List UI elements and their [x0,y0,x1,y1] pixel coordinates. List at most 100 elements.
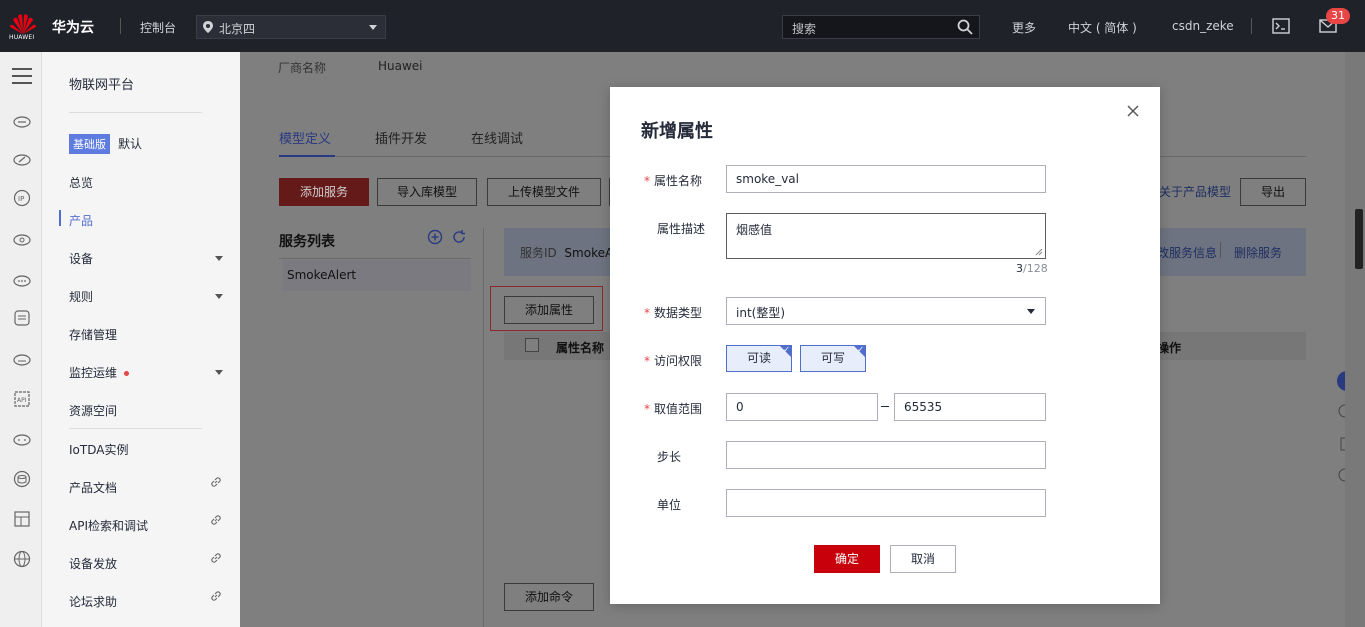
refresh-icon[interactable] [451,229,467,245]
nav-item-product[interactable]: 产品 [69,212,229,232]
nav-item-product-docs[interactable]: 产品文档 [69,479,229,499]
external-link-icon[interactable] [210,552,222,564]
nav-item-device-provisioning[interactable]: 设备发放 [69,555,229,575]
active-tab-indicator [279,155,335,157]
nav-item-monitoring-label: 监控运维 [69,366,118,380]
property-description-textarea[interactable]: 烟感值 [726,213,1046,259]
field-label-name: * 属性名称 [644,174,703,188]
tab-model-definition[interactable]: 模型定义 [279,128,331,147]
export-button[interactable]: 导出 [1240,178,1306,206]
tab-plugin-dev[interactable]: 插件开发 [375,128,427,147]
add-command-button[interactable]: 添加命令 [504,583,594,611]
add-circle-icon[interactable] [427,229,443,245]
ip-icon[interactable]: IP [13,189,31,207]
divider [120,18,121,34]
cancel-button[interactable]: 取消 [890,545,956,573]
service-id-label: 服务ID SmokeA [520,246,614,260]
globe-icon[interactable] [13,550,31,568]
divider [69,428,202,429]
brand-name[interactable]: 华为云 [52,17,94,37]
service-list-item[interactable]: SmokeAlert [283,260,471,291]
cloud-network-icon[interactable] [13,230,31,248]
nav-item-iotda-instance[interactable]: IoTDA实例 [69,441,229,461]
service-icon-rail: IP API [0,52,42,627]
import-model-button[interactable]: 导入库模型 [377,178,477,206]
access-write-toggle[interactable]: 可写 ✓ [800,345,866,372]
more-menu[interactable]: 更多 [1012,19,1036,36]
field-label-unit: 单位 [657,498,682,512]
api-icon[interactable]: API [13,390,31,408]
region-select[interactable]: 北京四 [196,15,386,39]
nav-item-monitoring[interactable]: 监控运维 [69,364,229,384]
search-icon[interactable] [957,19,973,35]
field-label-range: * 取值范围 [644,402,703,416]
access-write-label: 可写 [820,351,845,365]
layout-icon[interactable] [13,510,31,528]
external-link-icon[interactable] [210,590,222,602]
cloud-service-icon[interactable] [13,112,31,130]
user-menu[interactable]: csdn_zeke [1172,19,1234,33]
tab-online-debug[interactable]: 在线调试 [471,128,523,147]
language-switch[interactable]: 中文 ( 简体 ) [1068,19,1137,36]
divider [1251,18,1252,34]
chevron-down-icon [1027,309,1035,314]
range-max-input[interactable]: 65535 [894,393,1046,421]
char-counter: 3/128 [1016,262,1048,275]
console-link[interactable]: 控制台 [140,19,176,36]
nav-item-forum[interactable]: 论坛求助 [69,593,229,613]
external-link-icon[interactable] [210,514,222,526]
resize-grip-icon[interactable] [1035,248,1043,256]
vertical-scrollbar[interactable] [1345,52,1365,627]
field-label-step: 步长 [657,450,682,464]
edition-name[interactable]: 默认 [118,135,142,152]
cloud-storage-icon[interactable] [13,350,31,368]
terminal-icon[interactable] [1272,18,1290,34]
document-list-icon[interactable] [13,309,31,327]
field-label-data-type: * 数据类型 [644,306,703,320]
cloud-dots-icon[interactable] [13,430,31,448]
required-star: * [644,174,650,188]
scrollbar-thumb[interactable] [1355,209,1363,269]
chevron-down-icon[interactable] [215,370,223,375]
search-input[interactable]: 搜索 [782,15,980,39]
edit-service-link[interactable]: 改服务信息 [1157,244,1217,261]
required-star: * [644,402,650,416]
side-nav: 物联网平台 基础版 默认 总览 产品 设备 规则 存储管理 监控运维 资源空间 … [42,52,240,627]
select-all-checkbox[interactable] [525,338,539,352]
cloud-gauge-icon[interactable] [13,150,31,168]
notification-badge: 31 [1326,8,1350,24]
nav-item-storage[interactable]: 存储管理 [69,326,229,346]
field-label-access: * 访问权限 [644,354,703,368]
data-type-select[interactable]: int(整型) [726,297,1046,325]
divider [69,112,202,113]
add-property-dialog: 新增属性 * 属性名称 smoke_val 属性描述 烟感值 3/128 * 数据类… [610,87,1160,604]
menu-icon[interactable] [12,68,32,84]
divider [483,228,484,627]
nav-item-api-explorer[interactable]: API检索和调试 [69,517,229,537]
nav-item-rules[interactable]: 规则 [69,288,229,308]
add-property-button[interactable]: 添加属性 [504,296,594,324]
add-service-button[interactable]: 添加服务 [279,178,369,206]
nav-item-device[interactable]: 设备 [69,250,229,270]
nav-item-resource-space[interactable]: 资源空间 [69,402,229,422]
chevron-down-icon[interactable] [215,256,223,261]
unit-input[interactable] [726,489,1046,517]
col-operations: 操作 [1157,341,1182,355]
cloud-more-icon[interactable] [13,271,31,289]
vendor-label: 厂商名称 [278,61,327,75]
search-placeholder: 搜索 [792,22,817,36]
chevron-down-icon[interactable] [215,294,223,299]
delete-service-link[interactable]: 删除服务 [1234,244,1282,261]
external-link-icon[interactable] [210,476,222,488]
property-name-input[interactable]: smoke_val [726,165,1046,193]
step-input[interactable] [726,441,1046,469]
database-icon[interactable] [13,470,31,488]
confirm-button[interactable]: 确定 [814,545,880,573]
upload-model-button[interactable]: 上传模型文件 [487,178,601,206]
close-icon[interactable] [1127,105,1139,117]
access-read-toggle[interactable]: 可读 ✓ [726,345,792,372]
about-model-link[interactable]: 关于产品模型 [1159,183,1231,200]
top-bar: HUAWEI 华为云 控制台 北京四 搜索 更多 中文 ( 简体 ) csdn_… [0,0,1365,52]
nav-item-overview[interactable]: 总览 [69,174,229,194]
range-min-input[interactable]: 0 [726,393,878,421]
